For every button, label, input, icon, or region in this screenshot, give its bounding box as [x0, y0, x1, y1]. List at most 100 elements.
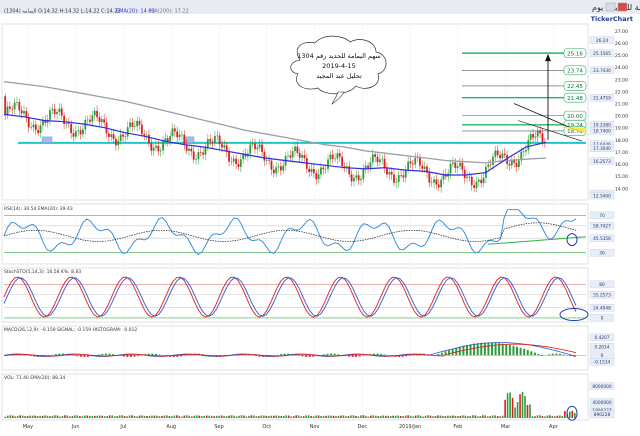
candle-body	[263, 152, 265, 161]
volume-bar	[198, 416, 200, 418]
macd-histogram-bar	[55, 354, 57, 355]
volume-bar	[136, 416, 138, 418]
rsi-panel[interactable]	[2, 204, 588, 264]
y-tick-label: 17.00	[615, 150, 628, 156]
candle-body	[433, 179, 435, 182]
candle-body	[355, 175, 357, 177]
volume-bar	[308, 415, 310, 418]
macd-side-label: 0.2014	[594, 344, 609, 350]
volume-bar	[497, 416, 499, 418]
volume-bar	[303, 416, 305, 418]
volume-bar	[440, 416, 442, 418]
volume-bar	[330, 416, 332, 418]
volume-bar	[559, 415, 561, 418]
volume-bar	[59, 417, 61, 418]
macd-histogram-bar	[541, 355, 543, 356]
candle-body	[25, 111, 27, 117]
stock-chart-window[interactable]: اليمامة للحديد - يوم اليمامة (1304) O:14…	[0, 0, 640, 432]
volume-bar	[397, 415, 399, 418]
volume-bar	[554, 416, 556, 418]
close-button[interactable]	[618, 3, 627, 11]
candle-body	[240, 159, 242, 167]
volume-bar	[116, 416, 118, 418]
volume-bar	[96, 416, 98, 418]
volume-bar	[338, 416, 340, 418]
volume-bar	[333, 416, 335, 418]
candle-body	[504, 154, 506, 155]
volume-bar	[27, 416, 29, 418]
volume-bar	[452, 416, 454, 418]
volume-panel[interactable]	[2, 374, 588, 420]
volume-bar	[273, 416, 275, 418]
volume-bar	[295, 415, 297, 418]
volume-bar	[370, 416, 372, 418]
candle-body	[398, 175, 400, 182]
macd-histogram-bar	[448, 350, 450, 355]
candle-body	[9, 107, 11, 109]
macd-histogram-bar	[302, 355, 304, 356]
candle-body	[424, 167, 426, 169]
x-tick-label: May	[23, 424, 33, 430]
volume-bar	[405, 416, 407, 418]
volume-bar	[218, 416, 220, 418]
volume-bar	[156, 416, 158, 418]
restore-button[interactable]	[606, 3, 615, 11]
target-label: 22.45	[567, 84, 583, 90]
volume-bar	[507, 393, 509, 418]
macd-side-label: 0.4207	[594, 335, 609, 341]
candle-body	[108, 133, 110, 137]
candle-body	[384, 159, 386, 168]
target-label: 21.48	[567, 96, 583, 102]
volume-bar	[52, 416, 54, 418]
volume-bar	[228, 416, 230, 418]
volume-bar	[159, 416, 161, 418]
volume-bar	[44, 415, 46, 418]
candle-body	[23, 111, 25, 113]
volume-bar	[216, 416, 218, 418]
candle-body	[51, 109, 53, 110]
price-side-label: 18.7400	[593, 129, 611, 135]
candle-body	[438, 185, 440, 188]
candle-body	[209, 139, 211, 141]
target-label: 20.00	[567, 114, 583, 120]
candle-body	[296, 147, 298, 153]
candle-body	[252, 144, 254, 145]
volume-bar	[131, 415, 133, 418]
volume-bar	[467, 416, 469, 418]
volume-bar	[571, 411, 573, 418]
candle-body	[487, 165, 489, 167]
volume-bar	[305, 415, 307, 418]
x-tick-label: 2019/Jan	[399, 424, 421, 430]
candle-body	[292, 151, 294, 157]
rsi-side-label: 70	[599, 213, 605, 219]
volume-bar	[283, 416, 285, 418]
macd-histogram-bar	[137, 355, 139, 356]
volume-bar	[179, 416, 181, 418]
y-tick-label: 18.00	[615, 138, 628, 144]
macd-histogram-bar	[380, 354, 382, 355]
macd-side-label: -0.1514	[594, 359, 611, 365]
candle-body	[530, 134, 532, 140]
candle-body	[362, 169, 364, 179]
volume-bar	[166, 415, 168, 418]
volume-bar	[298, 415, 300, 418]
candle-body	[231, 162, 233, 163]
marker-box	[42, 137, 52, 143]
candle-body	[58, 109, 60, 112]
candle-body	[179, 135, 181, 137]
price-panel[interactable]	[2, 24, 588, 200]
macd-histogram-bar	[480, 343, 482, 355]
chart-canvas[interactable]: اليمامة للحديد - يوم اليمامة (1304) O:14…	[0, 0, 640, 432]
y-tick-label: 27.00	[615, 29, 628, 35]
volume-bar	[12, 416, 14, 418]
candle-body	[249, 144, 251, 153]
macd-histogram-bar	[530, 351, 532, 355]
volume-bar	[111, 415, 113, 418]
candle-body	[280, 166, 282, 170]
macd-histogram-bar	[327, 354, 329, 355]
candle-body	[127, 127, 129, 136]
volume-bar	[549, 415, 551, 418]
macd-histogram-bar	[523, 349, 525, 355]
candle-body	[513, 161, 515, 163]
macd-histogram-bar	[334, 354, 336, 356]
